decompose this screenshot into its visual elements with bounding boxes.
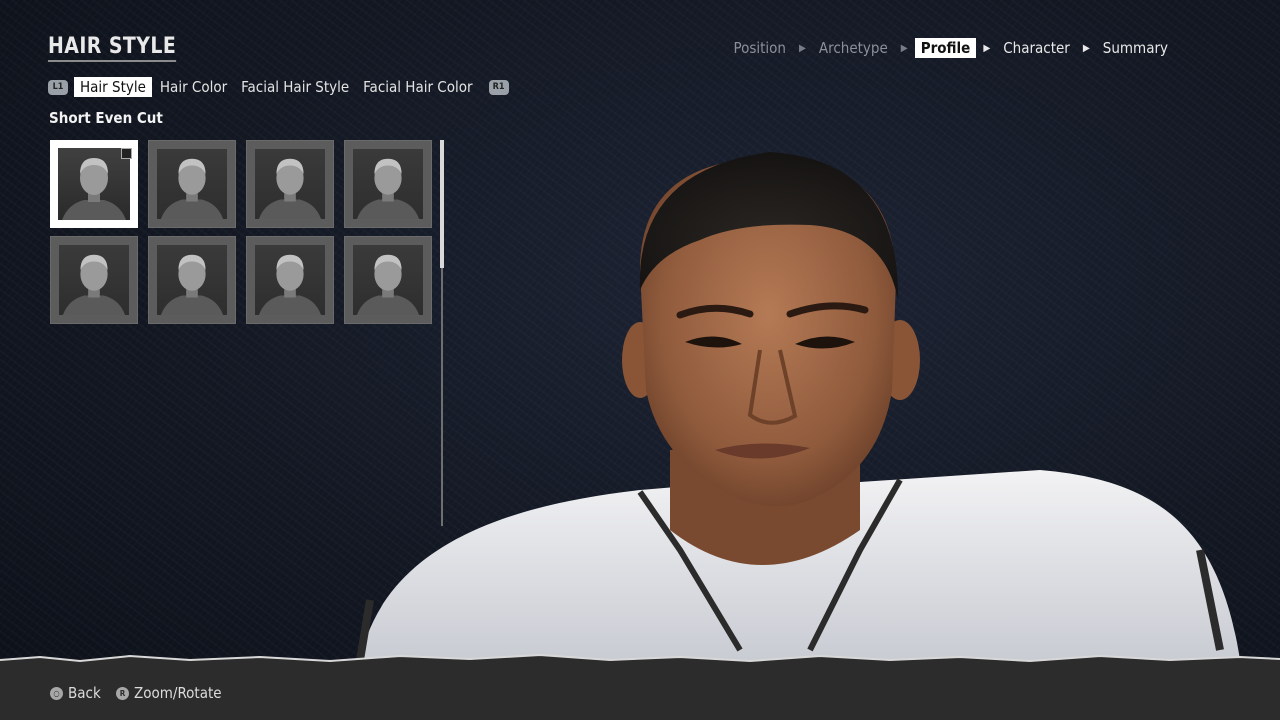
hair-style-portrait (58, 148, 130, 220)
hair-style-thumbnail[interactable] (246, 140, 334, 228)
hair-style-thumbnail[interactable] (148, 140, 236, 228)
hair-style-portrait (255, 245, 325, 315)
breadcrumb-profile[interactable]: Profile (914, 38, 977, 58)
player-portrait-icon (62, 254, 126, 315)
hair-style-thumbnail[interactable] (246, 236, 334, 324)
player-character-preview[interactable] (340, 130, 1260, 670)
tab-bar: L1 Hair Style Hair Color Facial Hair Sty… (48, 77, 509, 97)
circle-button-icon: ○ (50, 686, 63, 700)
r3-stick-icon: R (116, 686, 129, 700)
breadcrumb-summary[interactable]: Summary (1097, 38, 1174, 58)
hair-style-thumbnail[interactable] (50, 140, 138, 228)
player-portrait-icon (62, 158, 126, 220)
tab-hair-color[interactable]: Hair Color (154, 77, 233, 97)
breadcrumb-character[interactable]: Character (997, 38, 1076, 58)
selected-style-name: Short Even Cut (49, 109, 163, 127)
back-label: Back (68, 684, 101, 702)
player-portrait-icon (160, 254, 224, 315)
breadcrumb: Position ▶ Archetype ▶ Profile ▶ Charact… (727, 38, 1174, 58)
l1-bumper-icon[interactable]: L1 (48, 79, 68, 95)
player-portrait-icon (258, 158, 322, 219)
selected-checkbox-icon (121, 148, 132, 159)
back-action[interactable]: ○ Back (50, 684, 101, 702)
player-portrait-icon (160, 158, 224, 219)
hair-style-portrait (157, 245, 227, 315)
tab-facial-hair-color[interactable]: Facial Hair Color (357, 77, 478, 97)
tab-hair-style[interactable]: Hair Style (74, 77, 152, 97)
breadcrumb-position[interactable]: Position (727, 38, 792, 58)
footer-bar: ○ Back R Zoom/Rotate (0, 653, 1280, 720)
torn-paper-edge (0, 653, 1280, 664)
hair-style-portrait (255, 149, 325, 219)
breadcrumb-archetype[interactable]: Archetype (813, 38, 894, 58)
zoom-rotate-action[interactable]: R Zoom/Rotate (116, 684, 222, 702)
breadcrumb-arrow-icon: ▶ (798, 42, 806, 54)
hair-style-thumbnail[interactable] (148, 236, 236, 324)
player-portrait-icon (258, 254, 322, 315)
zoom-rotate-label: Zoom/Rotate (134, 684, 222, 702)
hair-style-portrait (157, 149, 227, 219)
tab-facial-hair-style[interactable]: Facial Hair Style (235, 77, 355, 97)
breadcrumb-arrow-icon: ▶ (1082, 42, 1090, 54)
breadcrumb-arrow-icon: ▶ (900, 42, 908, 54)
breadcrumb-arrow-icon: ▶ (983, 42, 991, 54)
screen-title: HAIR STYLE (48, 34, 177, 62)
hair-style-thumbnail[interactable] (50, 236, 138, 324)
r1-bumper-icon[interactable]: R1 (488, 79, 509, 95)
hair-style-portrait (59, 245, 129, 315)
